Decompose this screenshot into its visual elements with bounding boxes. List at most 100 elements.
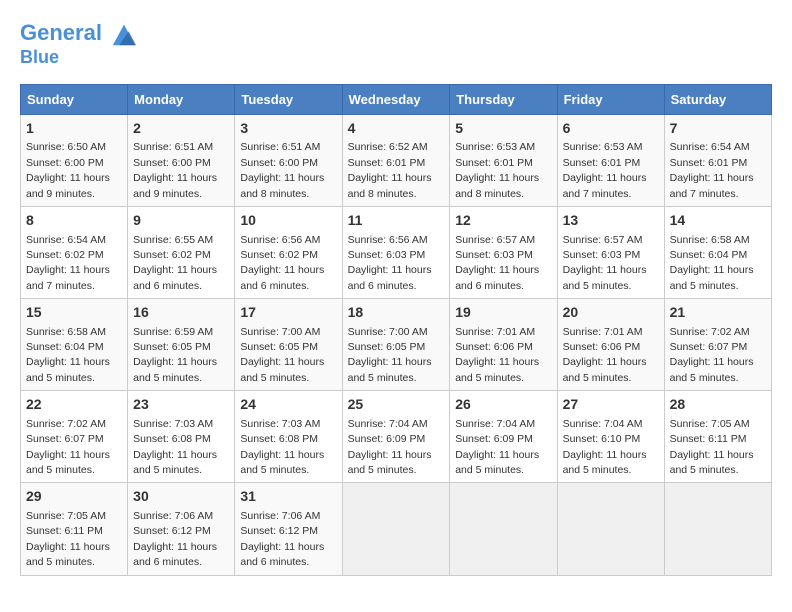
weekday-header-thursday: Thursday [450,84,557,114]
calendar-week-3: 15 Sunrise: 6:58 AMSunset: 6:04 PMDaylig… [21,299,772,391]
calendar-cell: 11 Sunrise: 6:56 AMSunset: 6:03 PMDaylig… [342,206,450,298]
day-number: 26 [455,395,551,415]
calendar-cell: 3 Sunrise: 6:51 AMSunset: 6:00 PMDayligh… [235,114,342,206]
calendar-cell: 8 Sunrise: 6:54 AMSunset: 6:02 PMDayligh… [21,206,128,298]
day-info: Sunrise: 7:06 AMSunset: 6:12 PMDaylight:… [133,510,217,568]
calendar-cell: 6 Sunrise: 6:53 AMSunset: 6:01 PMDayligh… [557,114,664,206]
day-number: 25 [348,395,445,415]
weekday-header-tuesday: Tuesday [235,84,342,114]
day-info: Sunrise: 7:04 AMSunset: 6:09 PMDaylight:… [348,418,432,476]
calendar-cell: 17 Sunrise: 7:00 AMSunset: 6:05 PMDaylig… [235,299,342,391]
calendar-cell: 18 Sunrise: 7:00 AMSunset: 6:05 PMDaylig… [342,299,450,391]
day-number: 18 [348,303,445,323]
day-number: 19 [455,303,551,323]
day-number: 31 [240,487,336,507]
day-number: 8 [26,211,122,231]
calendar-cell: 22 Sunrise: 7:02 AMSunset: 6:07 PMDaylig… [21,391,128,483]
calendar-cell: 28 Sunrise: 7:05 AMSunset: 6:11 PMDaylig… [664,391,771,483]
calendar-cell: 9 Sunrise: 6:55 AMSunset: 6:02 PMDayligh… [128,206,235,298]
day-info: Sunrise: 7:05 AMSunset: 6:11 PMDaylight:… [26,510,110,568]
weekday-header-wednesday: Wednesday [342,84,450,114]
day-info: Sunrise: 6:57 AMSunset: 6:03 PMDaylight:… [563,234,647,292]
calendar-cell [342,483,450,575]
calendar-cell: 7 Sunrise: 6:54 AMSunset: 6:01 PMDayligh… [664,114,771,206]
day-info: Sunrise: 6:55 AMSunset: 6:02 PMDaylight:… [133,234,217,292]
day-number: 10 [240,211,336,231]
day-info: Sunrise: 7:02 AMSunset: 6:07 PMDaylight:… [670,326,754,384]
day-number: 2 [133,119,229,139]
day-info: Sunrise: 6:58 AMSunset: 6:04 PMDaylight:… [670,234,754,292]
calendar-cell: 4 Sunrise: 6:52 AMSunset: 6:01 PMDayligh… [342,114,450,206]
calendar-cell: 20 Sunrise: 7:01 AMSunset: 6:06 PMDaylig… [557,299,664,391]
day-info: Sunrise: 6:56 AMSunset: 6:03 PMDaylight:… [348,234,432,292]
day-info: Sunrise: 6:54 AMSunset: 6:01 PMDaylight:… [670,141,754,199]
calendar-cell: 29 Sunrise: 7:05 AMSunset: 6:11 PMDaylig… [21,483,128,575]
weekday-header-friday: Friday [557,84,664,114]
calendar-cell [664,483,771,575]
day-number: 29 [26,487,122,507]
calendar-cell: 24 Sunrise: 7:03 AMSunset: 6:08 PMDaylig… [235,391,342,483]
calendar-cell: 19 Sunrise: 7:01 AMSunset: 6:06 PMDaylig… [450,299,557,391]
calendar-cell: 5 Sunrise: 6:53 AMSunset: 6:01 PMDayligh… [450,114,557,206]
day-info: Sunrise: 6:50 AMSunset: 6:00 PMDaylight:… [26,141,110,199]
calendar-cell: 1 Sunrise: 6:50 AMSunset: 6:00 PMDayligh… [21,114,128,206]
day-number: 30 [133,487,229,507]
day-info: Sunrise: 7:03 AMSunset: 6:08 PMDaylight:… [240,418,324,476]
day-info: Sunrise: 7:05 AMSunset: 6:11 PMDaylight:… [670,418,754,476]
day-info: Sunrise: 7:04 AMSunset: 6:09 PMDaylight:… [455,418,539,476]
day-number: 3 [240,119,336,139]
day-number: 21 [670,303,766,323]
day-number: 14 [670,211,766,231]
day-info: Sunrise: 6:51 AMSunset: 6:00 PMDaylight:… [133,141,217,199]
logo: General Blue [20,20,138,68]
day-number: 28 [670,395,766,415]
calendar-header-row: SundayMondayTuesdayWednesdayThursdayFrid… [21,84,772,114]
day-info: Sunrise: 6:58 AMSunset: 6:04 PMDaylight:… [26,326,110,384]
calendar-cell: 21 Sunrise: 7:02 AMSunset: 6:07 PMDaylig… [664,299,771,391]
calendar-cell: 16 Sunrise: 6:59 AMSunset: 6:05 PMDaylig… [128,299,235,391]
day-info: Sunrise: 7:03 AMSunset: 6:08 PMDaylight:… [133,418,217,476]
calendar-cell: 27 Sunrise: 7:04 AMSunset: 6:10 PMDaylig… [557,391,664,483]
day-number: 24 [240,395,336,415]
calendar-cell: 10 Sunrise: 6:56 AMSunset: 6:02 PMDaylig… [235,206,342,298]
day-number: 23 [133,395,229,415]
page-header: General Blue [20,20,772,68]
day-info: Sunrise: 6:59 AMSunset: 6:05 PMDaylight:… [133,326,217,384]
calendar-cell: 15 Sunrise: 6:58 AMSunset: 6:04 PMDaylig… [21,299,128,391]
day-info: Sunrise: 6:52 AMSunset: 6:01 PMDaylight:… [348,141,432,199]
day-info: Sunrise: 7:01 AMSunset: 6:06 PMDaylight:… [455,326,539,384]
calendar-cell: 26 Sunrise: 7:04 AMSunset: 6:09 PMDaylig… [450,391,557,483]
day-info: Sunrise: 7:04 AMSunset: 6:10 PMDaylight:… [563,418,647,476]
calendar-cell: 12 Sunrise: 6:57 AMSunset: 6:03 PMDaylig… [450,206,557,298]
calendar-week-1: 1 Sunrise: 6:50 AMSunset: 6:00 PMDayligh… [21,114,772,206]
day-number: 16 [133,303,229,323]
day-number: 5 [455,119,551,139]
day-number: 12 [455,211,551,231]
day-info: Sunrise: 6:56 AMSunset: 6:02 PMDaylight:… [240,234,324,292]
day-number: 7 [670,119,766,139]
calendar-cell: 30 Sunrise: 7:06 AMSunset: 6:12 PMDaylig… [128,483,235,575]
day-number: 17 [240,303,336,323]
calendar-cell: 23 Sunrise: 7:03 AMSunset: 6:08 PMDaylig… [128,391,235,483]
day-info: Sunrise: 6:57 AMSunset: 6:03 PMDaylight:… [455,234,539,292]
calendar-cell: 31 Sunrise: 7:06 AMSunset: 6:12 PMDaylig… [235,483,342,575]
day-number: 9 [133,211,229,231]
calendar-cell: 2 Sunrise: 6:51 AMSunset: 6:00 PMDayligh… [128,114,235,206]
day-number: 15 [26,303,122,323]
calendar-body: 1 Sunrise: 6:50 AMSunset: 6:00 PMDayligh… [21,114,772,575]
day-info: Sunrise: 7:01 AMSunset: 6:06 PMDaylight:… [563,326,647,384]
calendar-cell: 13 Sunrise: 6:57 AMSunset: 6:03 PMDaylig… [557,206,664,298]
calendar-week-2: 8 Sunrise: 6:54 AMSunset: 6:02 PMDayligh… [21,206,772,298]
day-info: Sunrise: 7:00 AMSunset: 6:05 PMDaylight:… [240,326,324,384]
day-number: 20 [563,303,659,323]
day-number: 6 [563,119,659,139]
day-number: 1 [26,119,122,139]
calendar-table: SundayMondayTuesdayWednesdayThursdayFrid… [20,84,772,576]
calendar-cell: 25 Sunrise: 7:04 AMSunset: 6:09 PMDaylig… [342,391,450,483]
day-number: 27 [563,395,659,415]
weekday-header-sunday: Sunday [21,84,128,114]
day-number: 4 [348,119,445,139]
day-info: Sunrise: 6:54 AMSunset: 6:02 PMDaylight:… [26,234,110,292]
calendar-cell [557,483,664,575]
day-number: 11 [348,211,445,231]
